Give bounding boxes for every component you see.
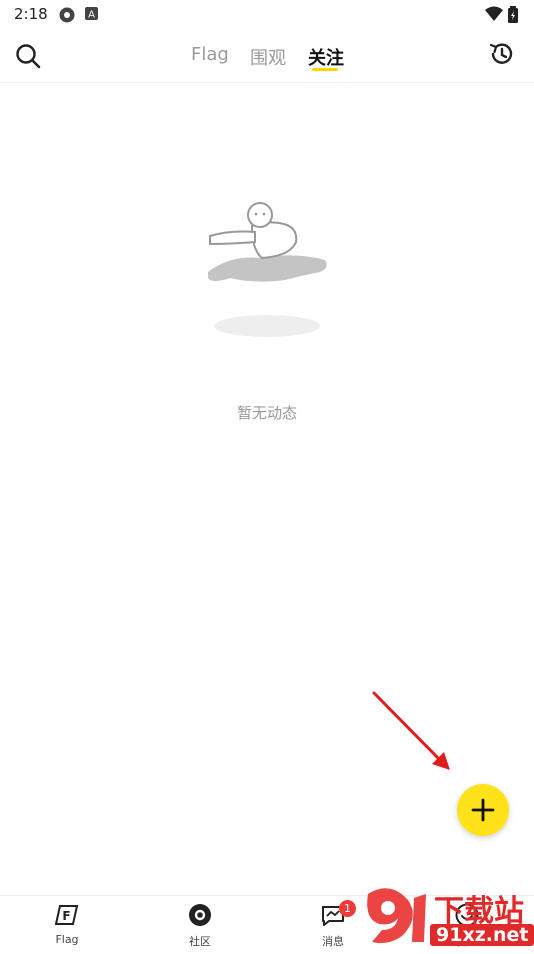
text-a-icon: A [84,6,100,26]
nav-item-messages[interactable]: 1 消息 [293,896,373,951]
flag-f-icon: F [54,904,79,930]
watermark-domain: 91xz.net [430,924,534,946]
status-bar: 2:18 A [0,0,534,28]
wifi-icon [484,6,504,26]
nav-label-messages: 消息 [322,935,344,948]
empty-state-message: 暂无动态 [236,404,297,422]
tab-watch[interactable]: 围观 [250,44,286,70]
status-time: 2:18 [14,5,48,23]
annotation-arrow-icon [370,690,455,775]
battery-icon [507,6,519,28]
tab-following[interactable]: 关注 [308,44,344,70]
create-fab-button[interactable] [457,784,509,836]
active-tab-indicator [312,68,338,71]
tab-flag[interactable]: Flag [191,44,229,65]
community-icon [188,903,212,931]
plus-icon [470,797,496,827]
svg-text:A: A [88,10,95,21]
empty-state-illustration [200,200,335,345]
message-count-badge: 1 [339,900,356,917]
watermark-logo: 下载站 91xz.net [362,884,534,950]
nav-label-flag: Flag [55,933,79,946]
nav-label-community: 社区 [189,935,211,948]
settings-gear-icon [58,6,76,28]
top-navigation-bar: Flag 围观 关注 [0,28,534,83]
history-icon[interactable] [488,40,516,72]
search-icon[interactable] [14,42,42,74]
svg-text:F: F [62,909,70,923]
nav-item-community[interactable]: 社区 [160,896,240,951]
nav-item-flag[interactable]: F Flag [27,896,107,951]
